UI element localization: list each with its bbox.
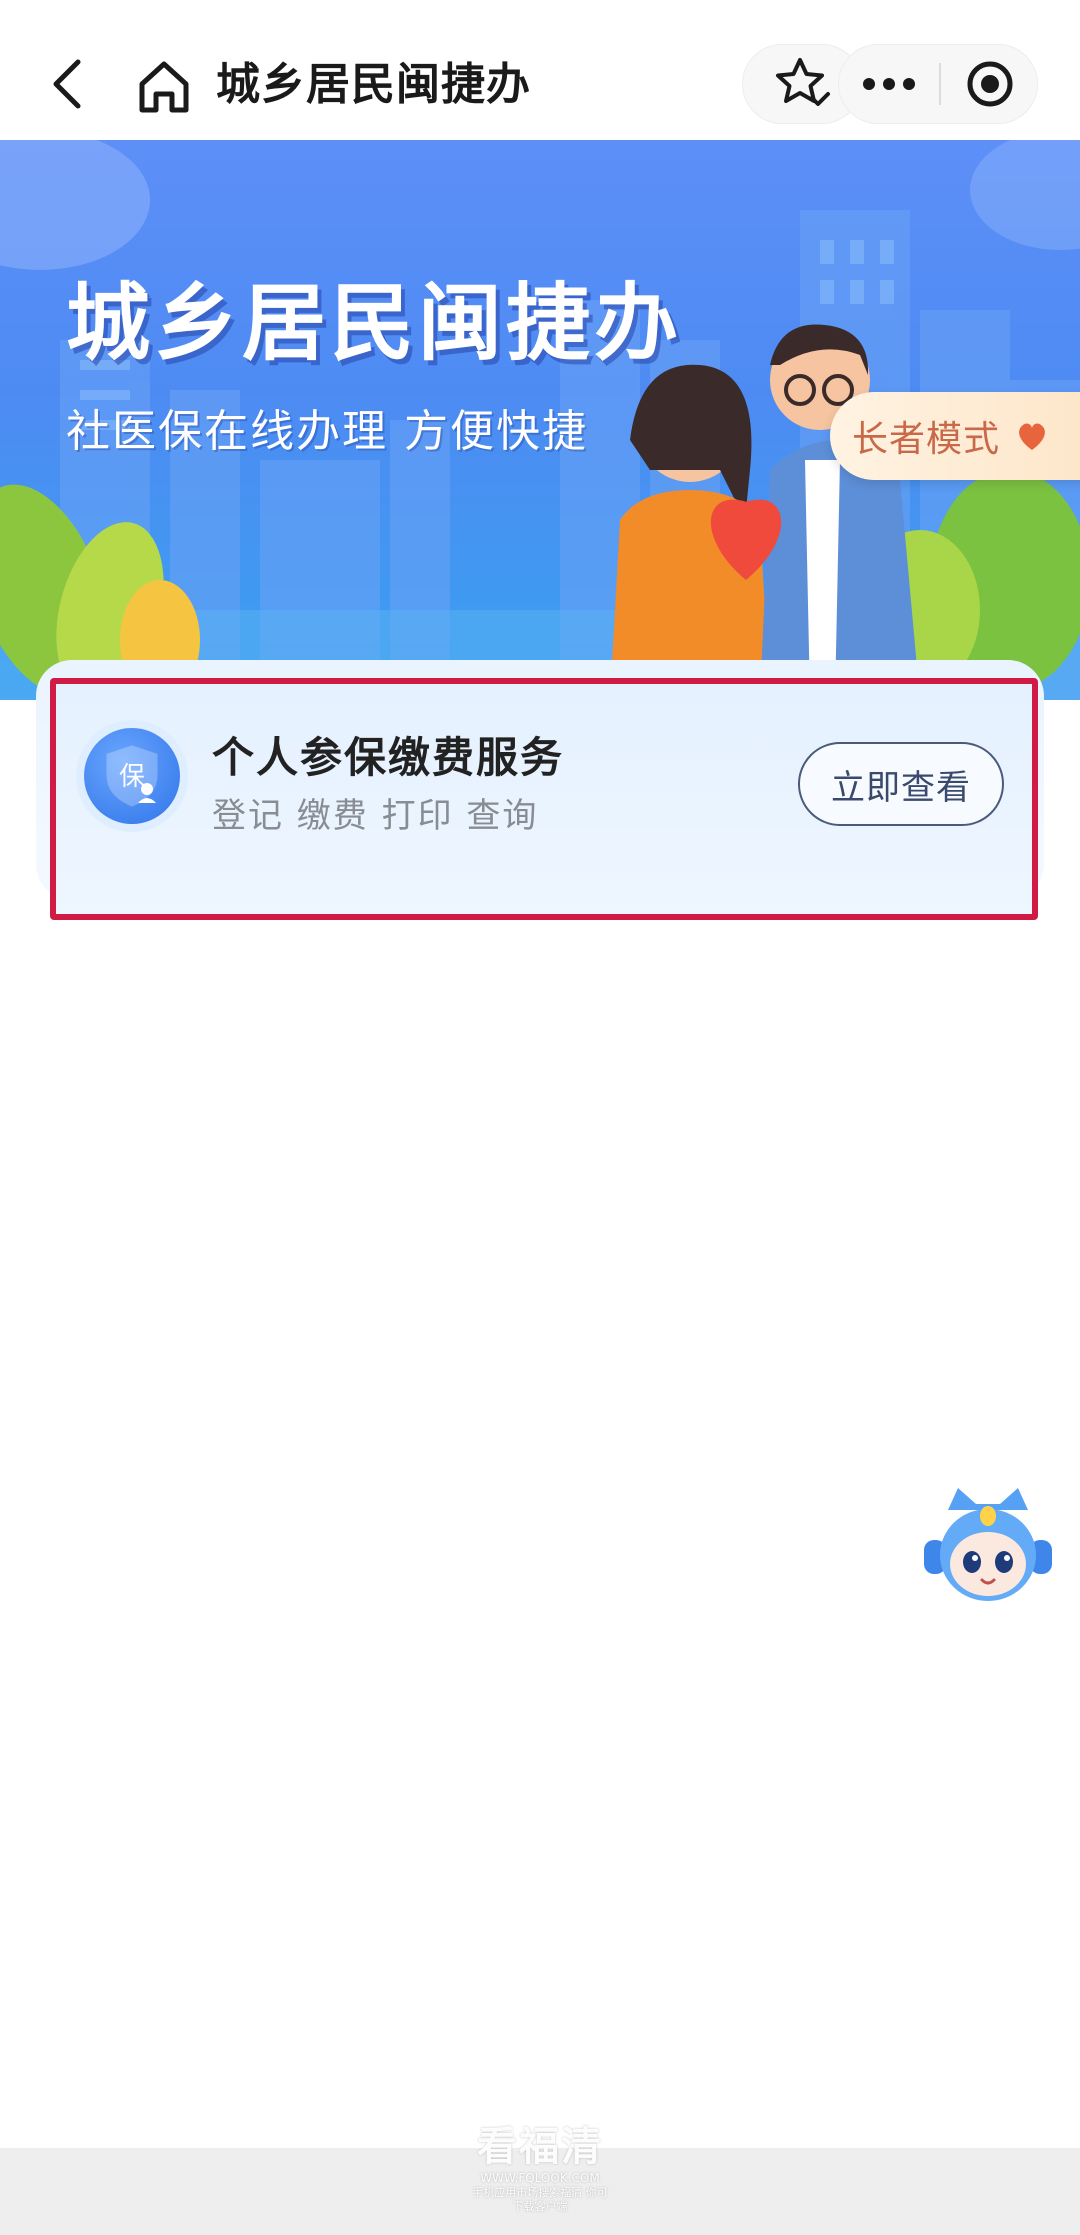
robot-assistant-icon[interactable] bbox=[918, 1480, 1058, 1610]
service-title: 个人参保缴费服务 bbox=[212, 733, 565, 782]
insurance-shield-icon: 保 bbox=[84, 728, 180, 824]
chevron-left-icon bbox=[53, 59, 81, 109]
watermark-tip: 手机应用市场搜索福清 你可下载客户端 bbox=[472, 2186, 608, 2213]
watermark: 看福清 WWW.FQLOOK.COM 手机应用市场搜索福清 你可下载客户端 bbox=[470, 2124, 610, 2234]
close-mini-program-button[interactable] bbox=[941, 45, 1039, 123]
top-navbar: 城乡居民闽捷办 bbox=[0, 0, 1080, 140]
more-dots-icon bbox=[863, 78, 915, 90]
home-icon bbox=[139, 61, 189, 113]
banner-subtitle: 社医保在线办理 方便快捷 bbox=[66, 406, 588, 457]
elder-mode-button[interactable]: 长者模式 bbox=[830, 392, 1080, 480]
heart-icon bbox=[1019, 423, 1045, 450]
hero-banner: 城乡居民闽捷办 社医保在线办理 方便快捷 长者模式 bbox=[0, 140, 1080, 700]
insurance-icon-text: 保 bbox=[119, 762, 145, 792]
elder-mode-label: 长者模式 bbox=[852, 419, 1001, 460]
back-button[interactable] bbox=[38, 44, 98, 124]
mini-program-capsule bbox=[838, 44, 1038, 124]
view-now-button[interactable]: 立即查看 bbox=[798, 742, 1004, 826]
page-title: 城乡居民闽捷办 bbox=[216, 59, 531, 110]
target-circle-icon bbox=[967, 61, 1013, 107]
service-subtitle: 登记 缴费 打印 查询 bbox=[212, 796, 539, 836]
more-button[interactable] bbox=[839, 45, 939, 123]
home-button[interactable] bbox=[132, 54, 196, 118]
star-add-icon bbox=[776, 58, 830, 106]
watermark-url: WWW.FQLOOK.COM bbox=[480, 2171, 600, 2185]
watermark-main: 看福清 bbox=[477, 2124, 603, 2170]
banner-title: 城乡居民闽捷办 bbox=[66, 274, 683, 372]
